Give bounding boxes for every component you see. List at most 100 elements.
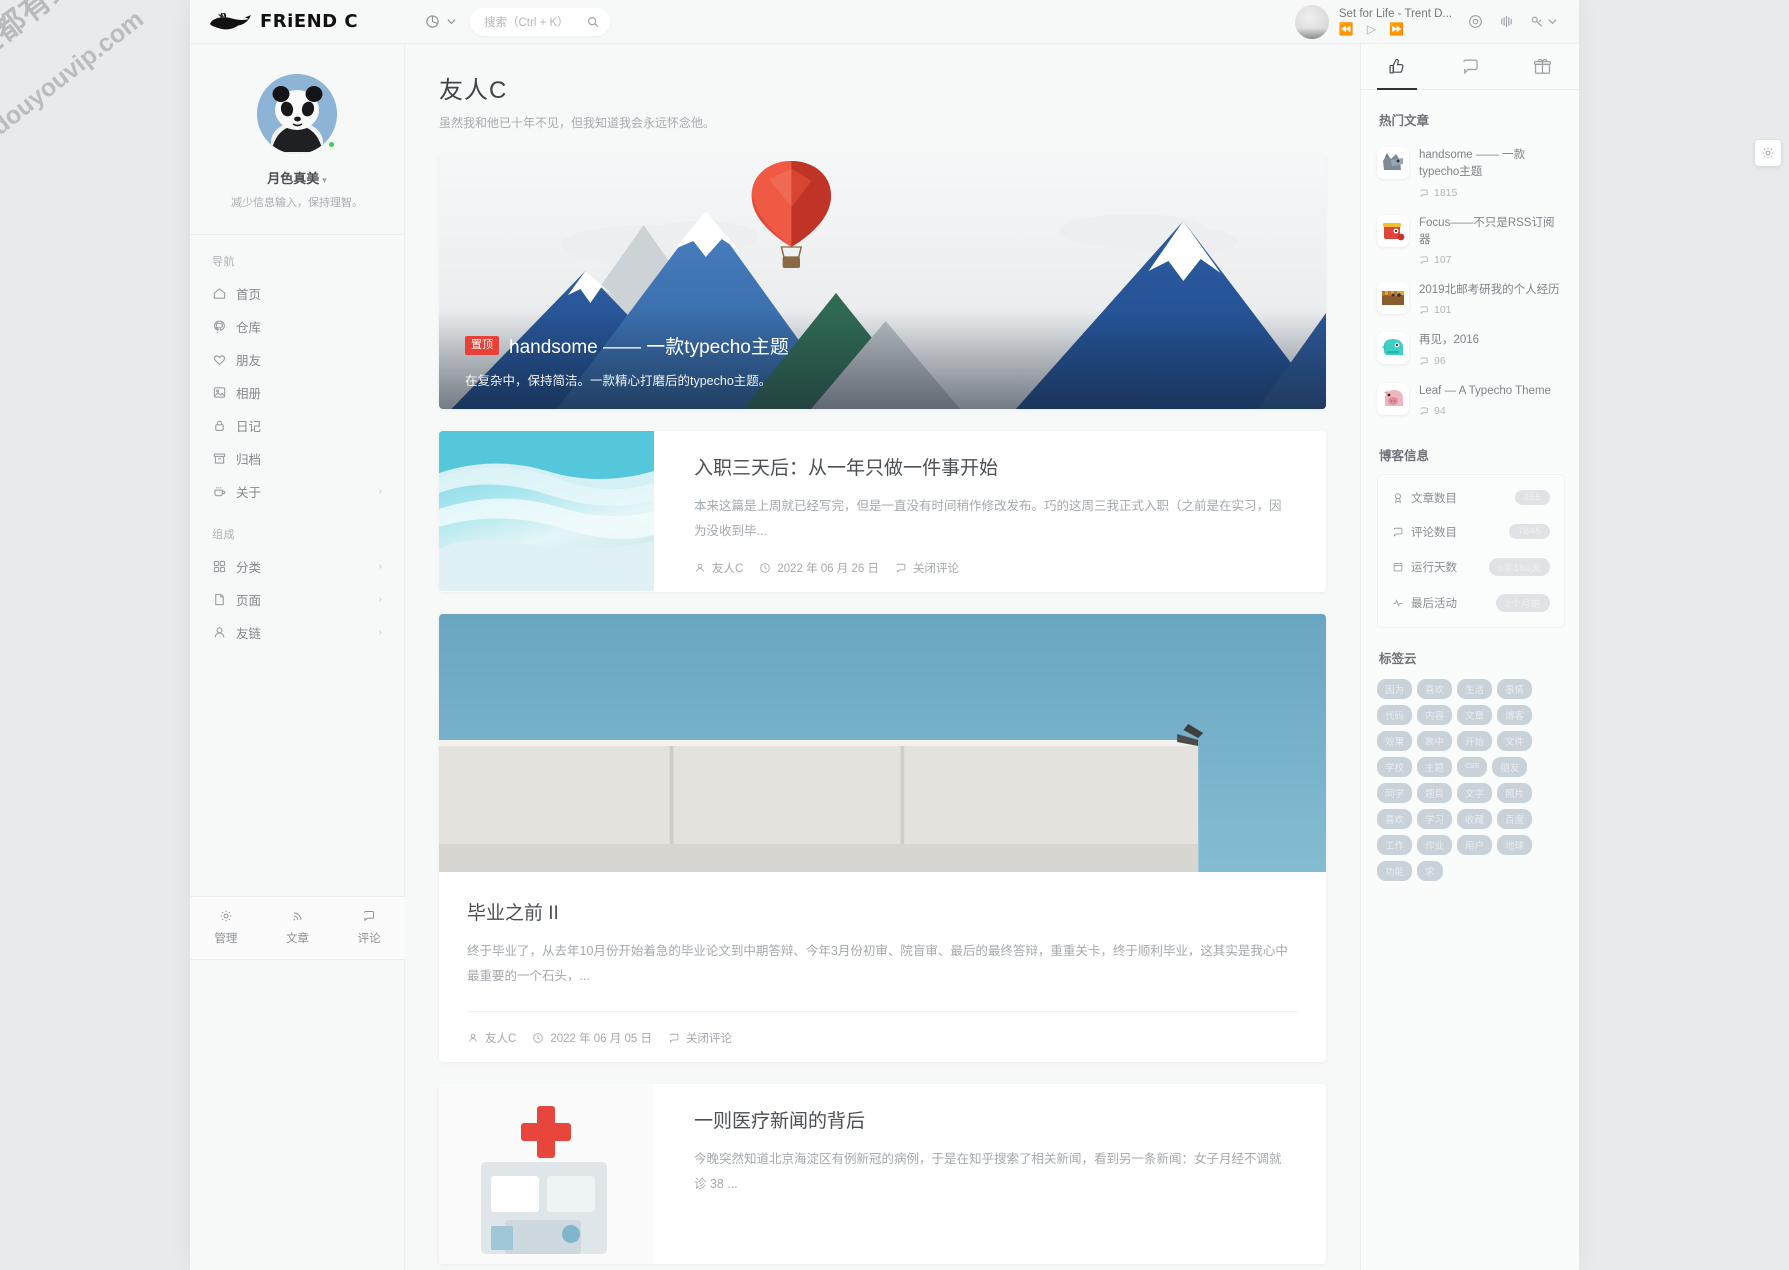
tag[interactable]: 生活 xyxy=(1457,678,1493,699)
sidebar-footer-comments[interactable]: 评论 xyxy=(333,897,405,959)
tag[interactable]: 题目 xyxy=(1417,782,1453,803)
tag[interactable]: 开始 xyxy=(1457,730,1493,751)
sidebar-item-label: 分类 xyxy=(236,561,262,575)
beach-photo xyxy=(439,431,654,591)
tag[interactable]: 喜欢 xyxy=(1377,808,1413,829)
tag[interactable]: 百度 xyxy=(1497,808,1533,829)
play-button[interactable]: ▷ xyxy=(1367,22,1376,36)
post-comments-text: 关闭评论 xyxy=(912,563,959,575)
hero-post-card[interactable]: 置顶 handsome —— 一款typecho主题 在复杂中，保持简洁。一款精… xyxy=(439,153,1326,409)
link-icon[interactable] xyxy=(1530,14,1557,29)
page-subtitle: 虽然我和他已十年不见，但我知道我会永远怀念他。 xyxy=(439,116,716,130)
tag-cloud-title: 标签云 xyxy=(1379,651,1417,666)
tag[interactable]: 内容 xyxy=(1417,704,1453,725)
sidebar-item-label: 首页 xyxy=(236,288,262,302)
post-title[interactable]: 入职三天后：从一年只做一件事开始 xyxy=(694,453,1282,480)
pie-chart-icon[interactable] xyxy=(425,14,456,29)
comment-icon xyxy=(333,909,405,923)
prev-track-button[interactable]: ⏪ xyxy=(1339,22,1354,36)
pinned-badge: 置顶 xyxy=(465,336,499,355)
sidebar-item-label: 仓库 xyxy=(236,321,262,335)
target-icon[interactable] xyxy=(1468,14,1483,29)
post-meta: 友人C 2022 年 06 月 05 日 关闭评论 xyxy=(467,1011,1298,1062)
tag[interactable]: 求 xyxy=(1417,860,1443,881)
search-input[interactable]: 搜索（Ctrl + K） xyxy=(470,7,610,36)
status-badge: 255 xyxy=(1514,490,1550,506)
tag[interactable]: 照片 xyxy=(1497,782,1533,803)
sidebar-footer-manage[interactable]: 管理 xyxy=(190,897,262,959)
tag[interactable]: 文字 xyxy=(1457,782,1493,803)
tag[interactable]: 事情 xyxy=(1497,678,1533,699)
tag[interactable]: 学校 xyxy=(1377,756,1413,777)
post-author: 友人C xyxy=(694,560,743,576)
lock-icon xyxy=(212,418,236,433)
list-item[interactable]: 再见，2016 96 xyxy=(1377,324,1565,374)
sidebar-footer-rss[interactable]: 文章 xyxy=(262,897,334,959)
tab-comments[interactable] xyxy=(1434,44,1507,89)
tag[interactable]: 同学 xyxy=(1377,782,1413,803)
tag[interactable]: 主题 xyxy=(1417,756,1453,777)
sidebar-item-archive[interactable]: 归档 xyxy=(202,442,392,475)
tab-gifts[interactable] xyxy=(1506,44,1579,89)
tab-likes[interactable] xyxy=(1361,44,1434,89)
post-card[interactable]: 毕业之前 II 终于毕业了，从去年10月份开始着急的毕业论文到中期答辩、今年3月… xyxy=(439,614,1326,1062)
tag[interactable]: 因为 xyxy=(1377,678,1413,699)
post-excerpt: 本来这篇是上周就已经写完，但是一直没有时间稍作修改发布。巧的这周三我正式入职（之… xyxy=(694,499,1282,538)
sidebar-item-categories[interactable]: 分类 › xyxy=(202,550,392,583)
tag[interactable]: 代码 xyxy=(1377,704,1413,725)
search-icon[interactable] xyxy=(587,16,599,28)
list-item[interactable]: Leaf — A Typecho Theme 94 xyxy=(1377,375,1565,425)
sidebar-item-home[interactable]: 首页 xyxy=(202,277,392,310)
tag[interactable]: 文件 xyxy=(1497,730,1533,751)
post-title[interactable]: 一则医疗新闻的背后 xyxy=(694,1106,1282,1133)
info-label: 文章数目 xyxy=(1411,492,1457,505)
sidebar-item-album[interactable]: 相册 xyxy=(202,376,392,409)
tag[interactable]: 博客 xyxy=(1497,704,1533,725)
sidebar-item-diary[interactable]: 日记 xyxy=(202,409,392,442)
hero-title[interactable]: handsome —— 一款typecho主题 xyxy=(509,332,789,359)
sidebar-item-label: 页面 xyxy=(236,594,262,608)
info-label: 评论数目 xyxy=(1411,526,1457,539)
tag[interactable]: css xyxy=(1457,756,1488,777)
sidebar-item-repo[interactable]: 仓库 xyxy=(202,310,392,343)
sidebar-item-about[interactable]: 关于 › xyxy=(202,475,392,508)
tag[interactable]: 地球 xyxy=(1497,834,1533,855)
list-item[interactable]: 2019北邮考研我的个人经历 101 xyxy=(1377,274,1565,324)
chevron-right-icon: › xyxy=(378,486,382,497)
next-track-button[interactable]: ⏩ xyxy=(1389,22,1404,36)
brand[interactable]: FRiEND C xyxy=(190,11,405,32)
settings-float-button[interactable] xyxy=(1755,140,1781,166)
comment-icon xyxy=(1420,306,1428,315)
hot-article-title: handsome —— 一款typecho主题 xyxy=(1419,149,1526,179)
hot-articles-list: handsome —— 一款typecho主题 1815 Focus——不只是R… xyxy=(1361,135,1579,425)
profile-block: 月色真美 ▾ 减少信息输入，保持理智。 xyxy=(190,44,404,210)
sidebar-item-friends[interactable]: 朋友 xyxy=(202,343,392,376)
tag[interactable]: 学习 xyxy=(1417,808,1453,829)
post-title[interactable]: 毕业之前 II xyxy=(467,898,1298,925)
post-card[interactable]: 一则医疗新闻的背后 今晚突然知道北京海淀区有例新冠的病例，于是在知乎搜索了相关新… xyxy=(439,1084,1326,1264)
tag[interactable]: 功能 xyxy=(1377,860,1413,881)
list-item[interactable]: Focus——不只是RSS订阅器 107 xyxy=(1377,207,1565,275)
tag[interactable]: 喜欢 xyxy=(1417,678,1453,699)
hero-overlay: 置顶 handsome —— 一款typecho主题 在复杂中，保持简洁。一款精… xyxy=(439,310,1326,409)
avatar[interactable] xyxy=(257,74,337,154)
broadcast-icon[interactable] xyxy=(1499,14,1514,29)
sidebar-item-pages[interactable]: 页面 › xyxy=(202,583,392,616)
medal-icon xyxy=(1394,492,1402,504)
post-card[interactable]: 入职三天后：从一年只做一件事开始 本来这篇是上周就已经写完，但是一直没有时间稍作… xyxy=(439,431,1326,592)
tag[interactable]: 效果 xyxy=(1377,730,1413,751)
profile-description: 减少信息输入，保持理智。 xyxy=(231,197,363,209)
tag[interactable]: 高中 xyxy=(1417,730,1453,751)
comment-icon xyxy=(1420,256,1428,265)
sidebar-item-links[interactable]: 友链 › xyxy=(202,616,392,649)
tag[interactable]: 用户 xyxy=(1457,834,1493,855)
profile-name[interactable]: 月色真美 ▾ xyxy=(190,168,404,187)
gear-icon xyxy=(190,909,262,923)
list-item[interactable]: handsome —— 一款typecho主题 1815 xyxy=(1377,139,1565,207)
tag[interactable]: 作业 xyxy=(1417,834,1453,855)
tag[interactable]: 收藏 xyxy=(1457,808,1493,829)
post-date: 2022 年 06 月 26 日 xyxy=(759,560,879,576)
tag[interactable]: 工作 xyxy=(1377,834,1413,855)
tag[interactable]: 文章 xyxy=(1457,704,1493,725)
tag[interactable]: 朋友 xyxy=(1492,756,1528,777)
